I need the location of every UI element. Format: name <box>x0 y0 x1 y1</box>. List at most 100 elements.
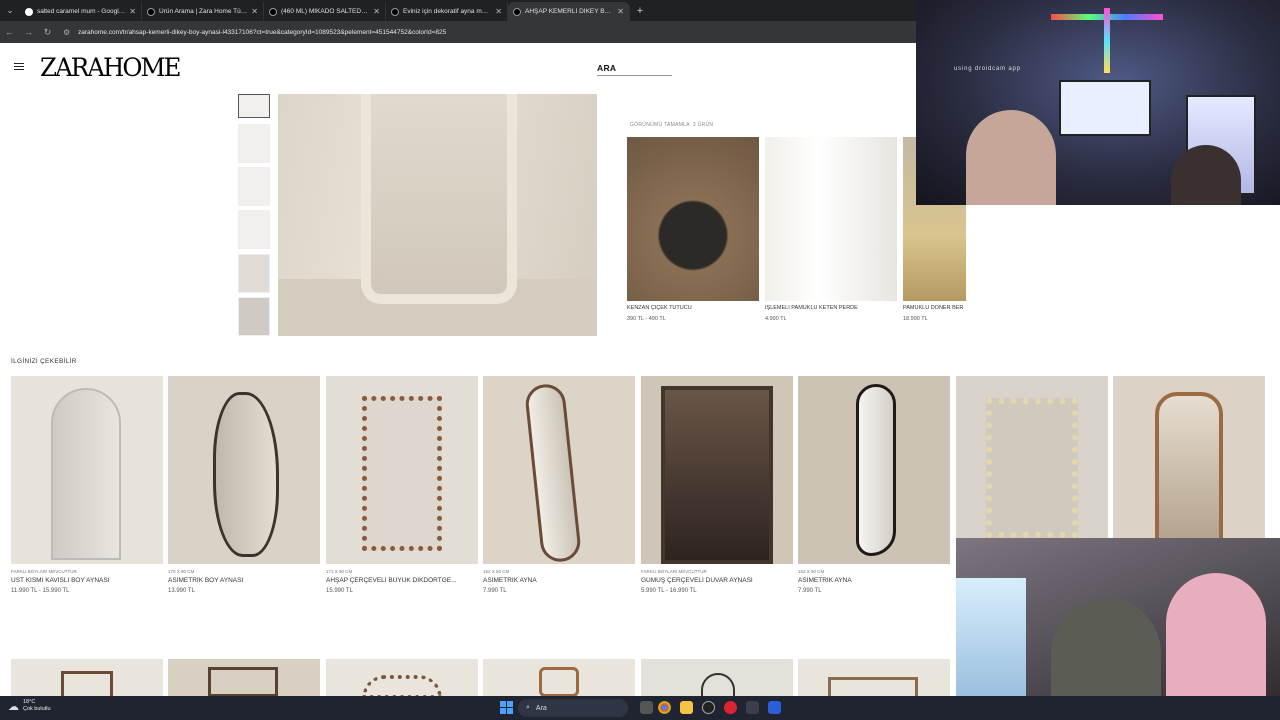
menu-icon[interactable] <box>14 63 24 72</box>
forward-icon[interactable]: → <box>19 27 38 37</box>
browser-tab[interactable]: Ürün Arama | Zara Home Türkiye ✕ <box>142 2 264 21</box>
taskbar-search[interactable]: ⌕ Ara <box>518 699 628 717</box>
product-price: 5.990 TL - 16.990 TL <box>641 588 697 594</box>
recommendation-card[interactable]: 152 X 50 CM ASİMETRİK AYNA 7.990 TL <box>483 376 635 594</box>
product-thumbnail[interactable] <box>238 94 270 118</box>
browser-tab[interactable]: salted caramel mum - Google'da ✕ <box>20 2 142 21</box>
browser-tab[interactable]: Eviniz için dekoratif ayna mode ✕ <box>386 2 508 21</box>
product-price: 11.990 TL - 15.990 TL <box>11 588 70 594</box>
product-image[interactable] <box>483 659 635 696</box>
close-tab-icon[interactable]: ✕ <box>617 7 624 16</box>
recommendation-card[interactable]: 171 X 90 CM AHŞAP ÇERÇEVELİ BÜYÜK DİKDÖR… <box>326 376 478 594</box>
search-icon: ⌕ <box>526 704 530 711</box>
close-tab-icon[interactable]: ✕ <box>495 7 502 16</box>
product-thumbnail[interactable] <box>238 167 270 206</box>
product-main-image[interactable] <box>278 94 597 336</box>
zara-icon <box>147 7 155 16</box>
product-price: 4.990 TL <box>765 316 787 322</box>
recommendation-card[interactable]: FARKLI BOYLARI MEVCUTTUR GÜMÜŞ ÇERÇEVELİ… <box>641 376 793 594</box>
zara-icon <box>513 7 521 16</box>
product-name: İŞLEMELİ PAMUKLU KETEN PERDE <box>765 305 858 311</box>
tab-title: Ürün Arama | Zara Home Türkiye <box>159 8 248 15</box>
zara-icon <box>391 7 399 16</box>
recommendation-card[interactable] <box>956 376 1108 555</box>
product-name: PAMUKLU DÖNER BER <box>903 305 964 311</box>
file-explorer-icon[interactable] <box>680 701 693 714</box>
product-image <box>326 376 478 564</box>
complete-the-look-heading: GÖRÜNÜMÜ TAMAMLA <box>630 122 690 128</box>
chrome-icon[interactable] <box>658 701 671 714</box>
site-logo[interactable]: ZARAHOME <box>40 53 182 82</box>
search-input[interactable]: ARA <box>597 63 672 76</box>
start-icon[interactable] <box>500 701 513 714</box>
recommendation-card[interactable]: 170 X 90 CM ASİMETRİK BOY AYNASI 13.990 … <box>168 376 320 594</box>
product-image <box>627 137 759 301</box>
product-subtitle: 170 X 90 CM <box>168 569 195 574</box>
tab-title: Eviniz için dekoratif ayna mode <box>403 8 492 15</box>
zara-icon <box>269 7 277 16</box>
product-image[interactable] <box>326 659 478 696</box>
product-price: 13.990 TL <box>168 588 195 594</box>
app-icon[interactable] <box>768 701 781 714</box>
product-image[interactable] <box>11 659 163 696</box>
product-image[interactable] <box>798 659 950 696</box>
webcam-overlay-bottom <box>956 538 1280 720</box>
site-header: ZARAHOME ARA <box>0 43 916 93</box>
product-subtitle: 152 X 50 CM <box>798 569 825 574</box>
webcam-overlay-top: using droidcam app <box>916 0 1280 205</box>
browser-tab-active[interactable]: AHŞAP KEMERLİ DİKEY BOY AYN✕ <box>508 2 630 21</box>
complete-look-card[interactable]: İŞLEMELİ PAMUKLU KETEN PERDE 4.990 TL <box>765 137 897 322</box>
product-price: 390 TL - 490 TL <box>627 316 666 322</box>
app-icon[interactable] <box>724 701 737 714</box>
product-image <box>641 376 793 564</box>
product-image <box>1113 376 1265 538</box>
product-image <box>956 376 1108 538</box>
product-image <box>765 137 897 301</box>
weather-temp: 18°C <box>23 699 36 705</box>
product-name: ASİMETRİK AYNA <box>798 577 852 584</box>
product-name: AHŞAP ÇERÇEVELİ BÜYÜK DİKDÖRTGE... <box>326 577 457 584</box>
product-image[interactable] <box>168 659 320 696</box>
product-price: 7.990 TL <box>798 588 822 594</box>
close-tab-icon[interactable]: ✕ <box>251 7 258 16</box>
product-image <box>11 376 163 564</box>
product-thumbnail[interactable] <box>238 210 270 249</box>
webcam-label: using droidcam app <box>954 66 1021 72</box>
back-icon[interactable]: ← <box>0 27 19 37</box>
recommendation-card[interactable]: FARKLI BOYLARI MEVCUTTUR ÜST KISMI KAVİS… <box>11 376 163 594</box>
product-thumbnail[interactable] <box>238 124 270 163</box>
complete-look-card[interactable]: KENZAN ÇİÇEK TUTUCU 390 TL - 490 TL <box>627 137 759 322</box>
product-subtitle: 171 X 90 CM <box>326 569 353 574</box>
recommendation-card[interactable]: 152 X 50 CM ASİMETRİK AYNA 7.990 TL <box>798 376 950 594</box>
taskbar-search-label: Ara <box>535 704 547 712</box>
weather-widget[interactable]: ☁ 18°C Çok bulutlu <box>8 699 51 713</box>
cloud-icon: ☁ <box>8 700 19 713</box>
product-subtitle: FARKLI BOYLARI MEVCUTTUR <box>11 569 77 574</box>
close-tab-icon[interactable]: ✕ <box>373 7 380 16</box>
product-image[interactable] <box>641 659 793 696</box>
app-icon[interactable] <box>702 701 715 714</box>
tab-search-icon[interactable]: ⌄ <box>0 0 20 21</box>
new-tab-icon[interactable]: + <box>630 2 650 21</box>
site-info-icon[interactable]: ⚙ <box>63 28 75 37</box>
tab-title: salted caramel mum - Google'da <box>37 8 126 15</box>
product-price: 18.990 TL <box>903 316 928 322</box>
tab-title: AHŞAP KEMERLİ DİKEY BOY AYN <box>525 8 614 15</box>
reload-icon[interactable]: ↻ <box>38 27 57 38</box>
task-view-icon[interactable] <box>640 701 653 714</box>
product-subtitle: FARKLI BOYLARI MEVCUTTUR <box>641 569 707 574</box>
product-name: KENZAN ÇİÇEK TUTUCU <box>627 305 692 311</box>
app-icon[interactable] <box>746 701 759 714</box>
product-thumbnail[interactable] <box>238 254 270 293</box>
browser-tab[interactable]: (460 ML) MİKADO SALTED CARA ✕ <box>264 2 386 21</box>
weather-desc: Çok bulutlu <box>23 706 51 712</box>
close-tab-icon[interactable]: ✕ <box>129 7 136 16</box>
product-subtitle: 152 X 50 CM <box>483 569 510 574</box>
product-name: ÜST KISMI KAVİSLİ BOY AYNASI <box>11 577 110 584</box>
url-field[interactable]: zarahome.com/tr/ahsap-kemerli-dikey-boy-… <box>78 29 446 36</box>
recommendation-card[interactable] <box>1113 376 1265 555</box>
product-thumbnail[interactable] <box>238 297 270 336</box>
tab-title: (460 ML) MİKADO SALTED CARA <box>281 8 369 15</box>
google-icon <box>25 7 33 16</box>
complete-the-look-count: 3 ÜRÜN <box>692 122 714 128</box>
